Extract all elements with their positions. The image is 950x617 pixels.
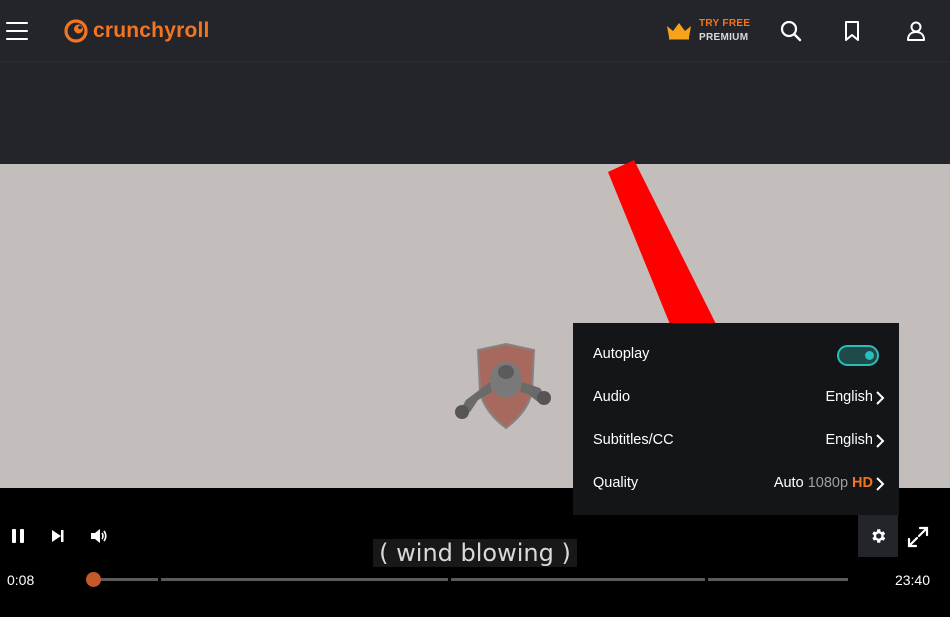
autoplay-label: Autoplay	[593, 346, 650, 362]
premium-line2: PREMIUM	[699, 32, 749, 43]
chevron-right-icon	[876, 477, 885, 491]
autoplay-row[interactable]: Autoplay	[573, 334, 899, 377]
chapter-marker	[448, 577, 451, 582]
chevron-right-icon	[876, 391, 885, 405]
user-icon[interactable]	[903, 18, 929, 44]
settings-button[interactable]	[858, 515, 898, 557]
bookmark-icon[interactable]	[839, 18, 865, 44]
quality-row[interactable]: Quality Auto 1080p HD	[573, 463, 899, 506]
subtitle-caption-container: ( wind blowing )	[0, 539, 950, 567]
quality-resolution: 1080p	[807, 475, 849, 491]
audio-row[interactable]: Audio English	[573, 377, 899, 420]
progress-thumb[interactable]	[86, 572, 101, 587]
top-nav: crunchyroll TRY FREE PREMIUM	[0, 0, 950, 61]
chevron-right-icon	[876, 434, 885, 448]
chapter-marker	[705, 577, 708, 582]
quality-hd-badge: HD	[852, 475, 873, 491]
quality-value: Auto 1080p HD	[774, 475, 873, 491]
subtitles-label: Subtitles/CC	[593, 432, 674, 448]
logo-text: crunchyroll	[93, 19, 210, 42]
audio-label: Audio	[593, 389, 631, 405]
subtitle-caption: ( wind blowing )	[373, 539, 577, 567]
chapter-marker	[158, 577, 161, 582]
current-time: 0:08	[7, 572, 35, 588]
quality-mode: Auto	[773, 475, 804, 491]
search-icon[interactable]	[778, 18, 804, 44]
crown-icon	[667, 23, 691, 40]
premium-line1: TRY FREE	[699, 18, 751, 29]
audio-value: English	[825, 389, 873, 405]
try-premium-button[interactable]: TRY FREE PREMIUM	[666, 17, 750, 45]
duration: 23:40	[894, 572, 930, 588]
header-band	[0, 61, 950, 164]
progress-track[interactable]	[93, 577, 848, 582]
menu-icon[interactable]	[6, 22, 28, 40]
subtitles-row[interactable]: Subtitles/CC English	[573, 420, 899, 463]
settings-menu: Autoplay Audio English Subtitles/CC Engl…	[573, 323, 899, 515]
fullscreen-icon[interactable]	[905, 524, 931, 550]
crunchyroll-logo-icon	[64, 19, 88, 43]
logo[interactable]: crunchyroll	[64, 17, 210, 45]
autoplay-toggle[interactable]	[837, 345, 879, 366]
quality-label: Quality	[593, 475, 639, 491]
gorilla-shield-watermark-icon	[455, 342, 551, 430]
gear-icon	[872, 529, 886, 543]
subtitles-value: English	[825, 432, 873, 448]
